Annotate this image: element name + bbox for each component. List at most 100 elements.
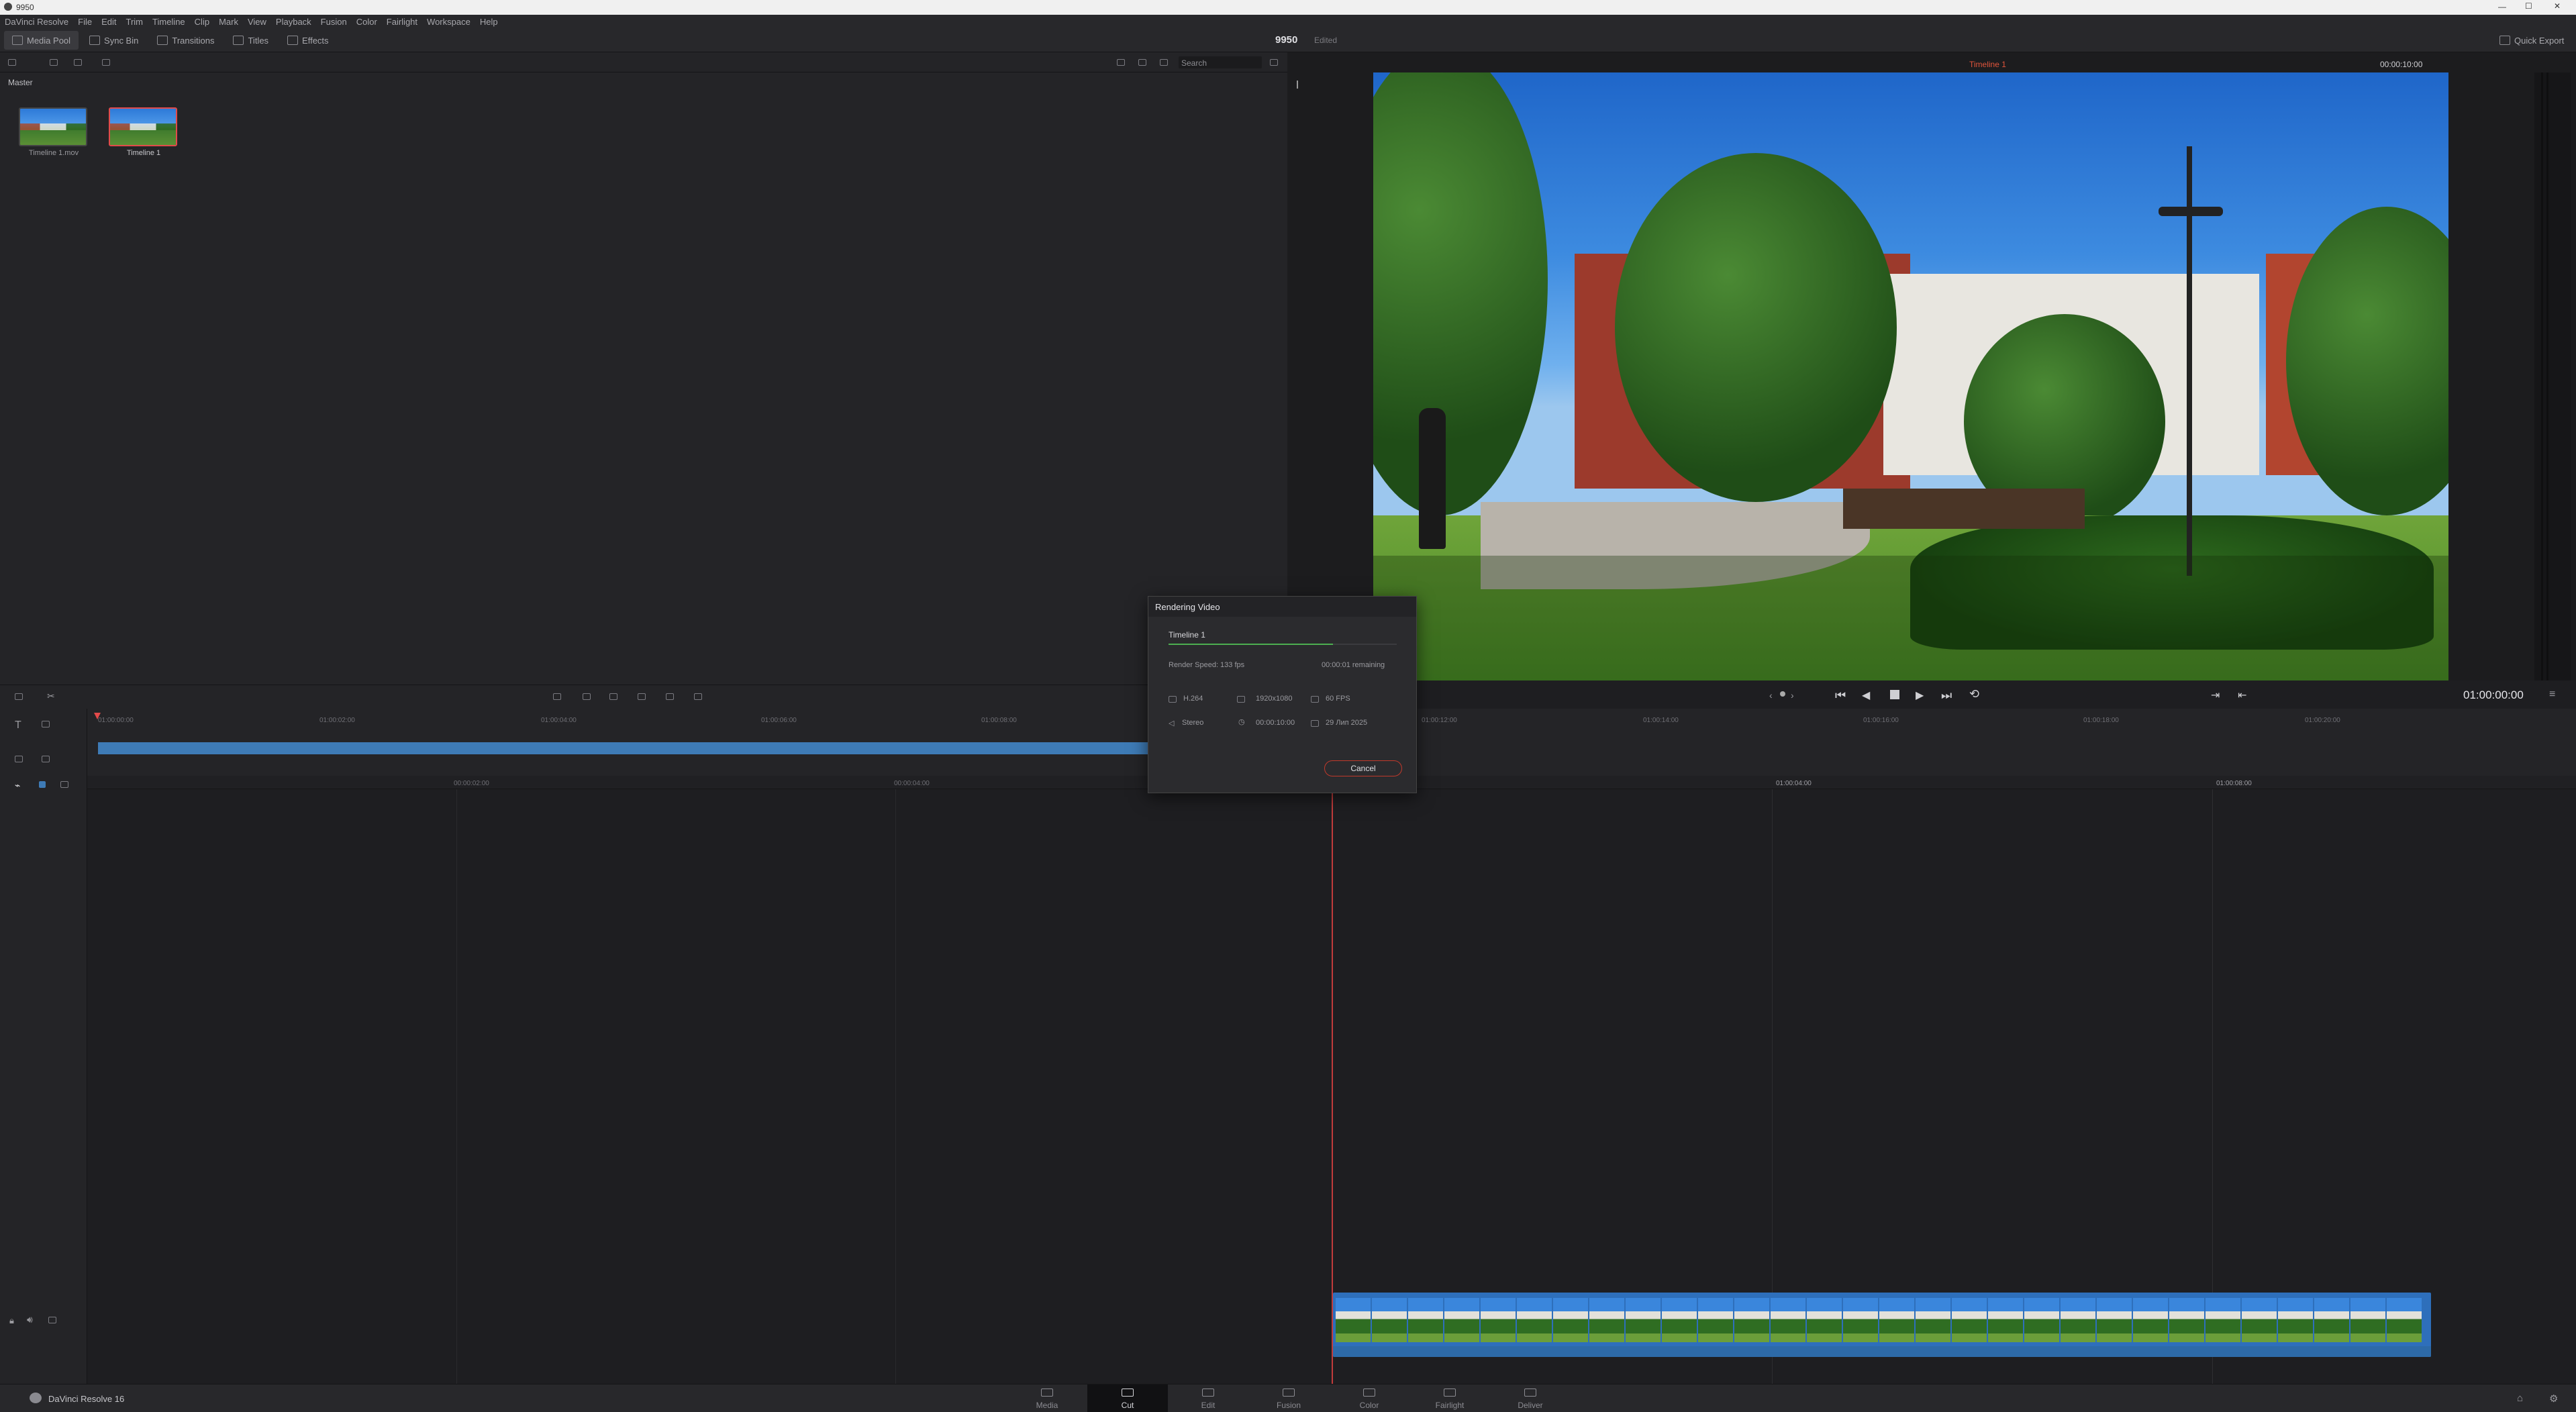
audio-meter xyxy=(2534,72,2571,680)
bin-list-icon[interactable] xyxy=(8,59,16,66)
titles-icon xyxy=(233,36,244,45)
stop-icon[interactable] xyxy=(1890,690,1899,699)
strip-view-icon[interactable] xyxy=(1138,59,1146,66)
sort-icon[interactable] xyxy=(1270,59,1278,66)
calendar-icon xyxy=(1311,720,1319,727)
snap-icon[interactable] xyxy=(39,781,46,788)
app-version: DaVinci Resolve 16 xyxy=(48,1394,125,1404)
fairlight-page-icon xyxy=(1444,1389,1456,1397)
page-tab-fusion[interactable]: Fusion xyxy=(1248,1384,1329,1412)
list-view-icon[interactable] xyxy=(1160,59,1168,66)
upper-timeline[interactable]: 01:00:00:00 01:00:02:00 01:00:04:00 01:0… xyxy=(0,709,1287,776)
page-tab-cut[interactable]: Cut xyxy=(1087,1384,1168,1412)
loop-icon[interactable]: ⟲ xyxy=(1969,687,1979,701)
play-reverse-icon[interactable]: ◀ xyxy=(1862,689,1870,702)
jog-right-icon[interactable]: › xyxy=(1791,690,1794,701)
menu-bar: DaVinci Resolve File Edit Trim Timeline … xyxy=(0,15,2576,28)
smart-insert-icon[interactable] xyxy=(553,693,561,700)
track-height-icon[interactable] xyxy=(15,756,23,762)
timeline-options-icon[interactable] xyxy=(15,693,23,700)
menu-playback[interactable]: Playback xyxy=(271,17,316,27)
media-pool-icon xyxy=(12,36,23,45)
timeline-thumbnail[interactable]: Timeline 1 xyxy=(109,107,179,157)
video-track-icon[interactable] xyxy=(48,1317,56,1323)
page-tab-color[interactable]: Color xyxy=(1329,1384,1409,1412)
audio-track-icon[interactable]: 🔊︎ xyxy=(27,1314,33,1325)
menu-view[interactable]: View xyxy=(243,17,271,27)
mark-out-icon[interactable]: ⇤ xyxy=(2238,689,2246,702)
transitions-button[interactable]: Transitions xyxy=(149,31,222,50)
menu-trim[interactable]: Trim xyxy=(121,17,148,27)
media-pool-button[interactable]: Media Pool xyxy=(4,31,79,50)
menu-file[interactable]: File xyxy=(73,17,97,27)
page-tab-media[interactable]: Media xyxy=(1007,1384,1087,1412)
source-overwrite-icon[interactable] xyxy=(694,693,702,700)
upper-timeline-right[interactable]: 01:00:12:00 01:00:14:00 01:00:16:00 01:0… xyxy=(1418,709,2576,776)
settings-gear-icon[interactable]: ⚙ xyxy=(2549,1393,2558,1405)
page-tab-fairlight[interactable]: Fairlight xyxy=(1409,1384,1490,1412)
page-tab-deliver[interactable]: Deliver xyxy=(1490,1384,1571,1412)
menu-clip[interactable]: Clip xyxy=(190,17,214,27)
link-icon[interactable] xyxy=(60,781,68,788)
effects-button[interactable]: Effects xyxy=(279,31,337,50)
close-icon[interactable]: ✕ xyxy=(2554,1,2561,11)
ruler-tick: 01:00:08:00 xyxy=(2216,780,2252,787)
maximize-icon[interactable]: ☐ xyxy=(2525,1,2532,11)
page-tab-label: Edit xyxy=(1201,1401,1216,1410)
mark-in-icon[interactable]: ⇥ xyxy=(2211,689,2220,702)
ruler-tick: 00:00:04:00 xyxy=(894,780,930,787)
ripple-overwrite-icon[interactable] xyxy=(609,693,617,700)
menu-edit[interactable]: Edit xyxy=(97,17,121,27)
export-icon xyxy=(2499,36,2510,45)
ruler-tick: 01:00:00:00 xyxy=(98,717,134,724)
video-clip-filmstrip[interactable] xyxy=(1333,1293,2431,1357)
trim-tool-icon[interactable] xyxy=(42,721,50,727)
edit-page-icon xyxy=(1202,1389,1214,1397)
play-icon[interactable]: ▶ xyxy=(1916,689,1924,702)
jog-wheel-icon[interactable] xyxy=(1780,691,1785,697)
davinci-logo-icon xyxy=(30,1393,42,1403)
video-viewer[interactable] xyxy=(1373,72,2448,680)
render-fps: 60 FPS xyxy=(1326,695,1350,703)
scissors-icon[interactable]: ✂ xyxy=(47,691,55,702)
close-up-icon[interactable] xyxy=(638,693,646,700)
page-tab-edit[interactable]: Edit xyxy=(1168,1384,1248,1412)
page-tab-label: Deliver xyxy=(1518,1401,1543,1410)
menu-fairlight[interactable]: Fairlight xyxy=(382,17,422,27)
go-to-start-icon[interactable]: ⏮ xyxy=(1835,689,1846,703)
menu-mark[interactable]: Mark xyxy=(214,17,243,27)
ruler-tick: 01:00:16:00 xyxy=(1863,717,1899,724)
quick-export-button[interactable]: Quick Export xyxy=(2491,31,2572,50)
upper-timeline-clip[interactable] xyxy=(98,742,1148,754)
go-to-end-icon[interactable]: ⏭ xyxy=(1941,689,1952,703)
new-bin-icon[interactable] xyxy=(74,59,82,66)
titles-label: Titles xyxy=(248,35,269,46)
text-tool-icon[interactable]: T xyxy=(15,719,21,732)
jog-left-icon[interactable]: ‹ xyxy=(1769,690,1773,701)
clip-thumbnail[interactable]: Timeline 1.mov xyxy=(19,107,89,157)
append-icon[interactable] xyxy=(583,693,591,700)
menu-color[interactable]: Color xyxy=(352,17,382,27)
sync-bin-button[interactable]: Sync Bin xyxy=(81,31,146,50)
cancel-button[interactable]: Cancel xyxy=(1324,760,1402,776)
viewer-menu-icon[interactable]: ≡ xyxy=(2549,689,2555,701)
blade-icon[interactable]: ⌁ xyxy=(15,780,20,791)
thumbnail-view-icon[interactable] xyxy=(1117,59,1125,66)
menu-workspace[interactable]: Workspace xyxy=(422,17,475,27)
sync-icon[interactable] xyxy=(102,59,110,66)
menu-timeline[interactable]: Timeline xyxy=(148,17,190,27)
place-on-top-icon[interactable] xyxy=(666,693,674,700)
menu-fusion[interactable]: Fusion xyxy=(316,17,352,27)
titles-button[interactable]: Titles xyxy=(225,31,277,50)
lock-icon[interactable]: 🔒︎ xyxy=(9,1315,14,1326)
menu-davinci[interactable]: DaVinci Resolve xyxy=(0,17,73,27)
ruler-tick: 01:00:20:00 xyxy=(2305,717,2340,724)
menu-help[interactable]: Help xyxy=(475,17,503,27)
zoom-tool-icon[interactable] xyxy=(42,756,50,762)
minimize-icon[interactable]: — xyxy=(2498,2,2506,11)
quick-export-label: Quick Export xyxy=(2514,35,2565,46)
panel-toggle-icon[interactable] xyxy=(1297,81,1303,89)
import-media-icon[interactable] xyxy=(50,59,58,66)
resolution-icon xyxy=(1237,696,1245,703)
home-icon[interactable]: ⌂ xyxy=(2517,1393,2523,1404)
